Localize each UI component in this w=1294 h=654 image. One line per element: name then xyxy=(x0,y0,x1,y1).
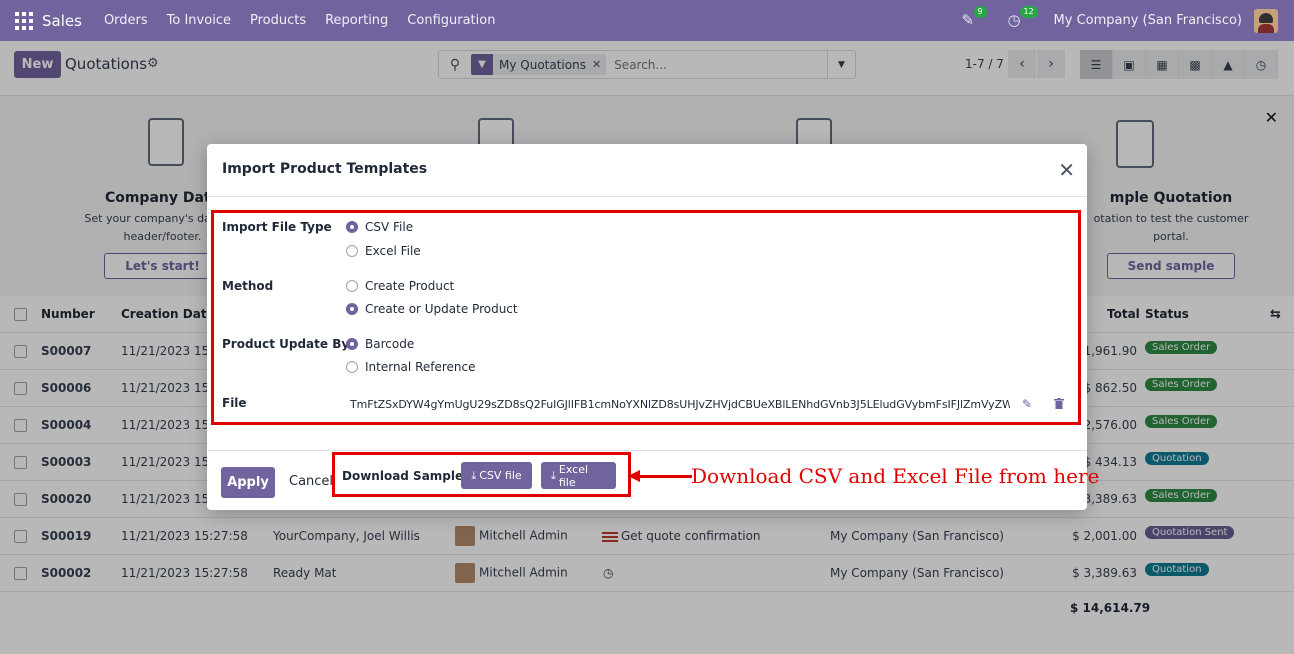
apply-button[interactable]: Apply xyxy=(221,467,275,498)
menu-orders[interactable]: Orders xyxy=(104,13,148,28)
close-icon[interactable]: ✕ xyxy=(1058,158,1075,182)
activity-clock-icon[interactable]: ◷ 12 xyxy=(1008,5,1038,31)
company-switcher[interactable]: My Company (San Francisco) xyxy=(1054,13,1242,28)
user-avatar[interactable] xyxy=(1254,8,1278,33)
messaging-icon[interactable]: ✎ 9 xyxy=(962,5,987,31)
annotation-box-download xyxy=(332,452,631,497)
menu-reporting[interactable]: Reporting xyxy=(325,13,388,28)
menu-products[interactable]: Products xyxy=(250,13,306,28)
modal-backdrop-top xyxy=(0,41,1294,96)
annotation-box-form xyxy=(211,210,1081,425)
apps-menu-icon[interactable] xyxy=(15,11,33,30)
annotation-arrow-head xyxy=(628,470,640,482)
chat-badge: 9 xyxy=(973,5,987,18)
dialog-title: Import Product Templates xyxy=(222,161,428,177)
menu-configuration[interactable]: Configuration xyxy=(407,13,495,28)
annotation-arrow xyxy=(632,475,692,478)
dialog-header: Import Product Templates ✕ xyxy=(207,144,1087,197)
annotation-text: Download CSV and Excel File from here xyxy=(691,464,1100,488)
activity-badge: 12 xyxy=(1019,5,1038,18)
menu-to-invoice[interactable]: To Invoice xyxy=(167,13,231,28)
app-name[interactable]: Sales xyxy=(42,12,82,30)
top-navbar: Sales Orders To Invoice Products Reporti… xyxy=(0,0,1294,41)
cancel-button[interactable]: Cancel xyxy=(289,474,333,489)
